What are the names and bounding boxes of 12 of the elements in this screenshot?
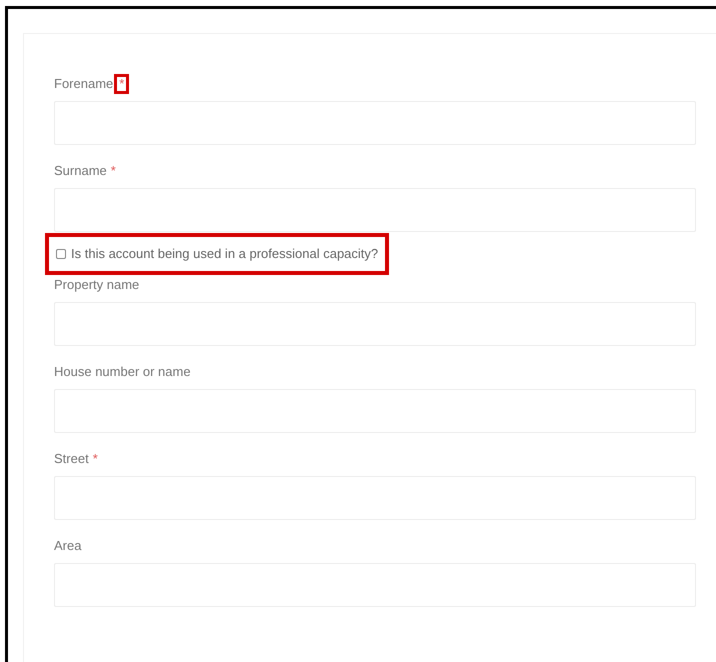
field-label: Street: [54, 450, 89, 468]
field-label: House number or name: [54, 363, 191, 382]
required-mark: *: [92, 450, 98, 468]
text-field[interactable]: [54, 188, 696, 232]
required-mark: *: [114, 74, 130, 94]
field-label: Forename: [54, 75, 114, 94]
required-mark: *: [110, 162, 116, 180]
checkbox[interactable]: [56, 249, 66, 259]
field-label: Area: [54, 537, 82, 556]
field-label: Surname: [54, 162, 107, 180]
checkbox-label: Is this account being used in a professional capacity?: [71, 245, 378, 264]
field-label: Property name: [54, 276, 140, 294]
